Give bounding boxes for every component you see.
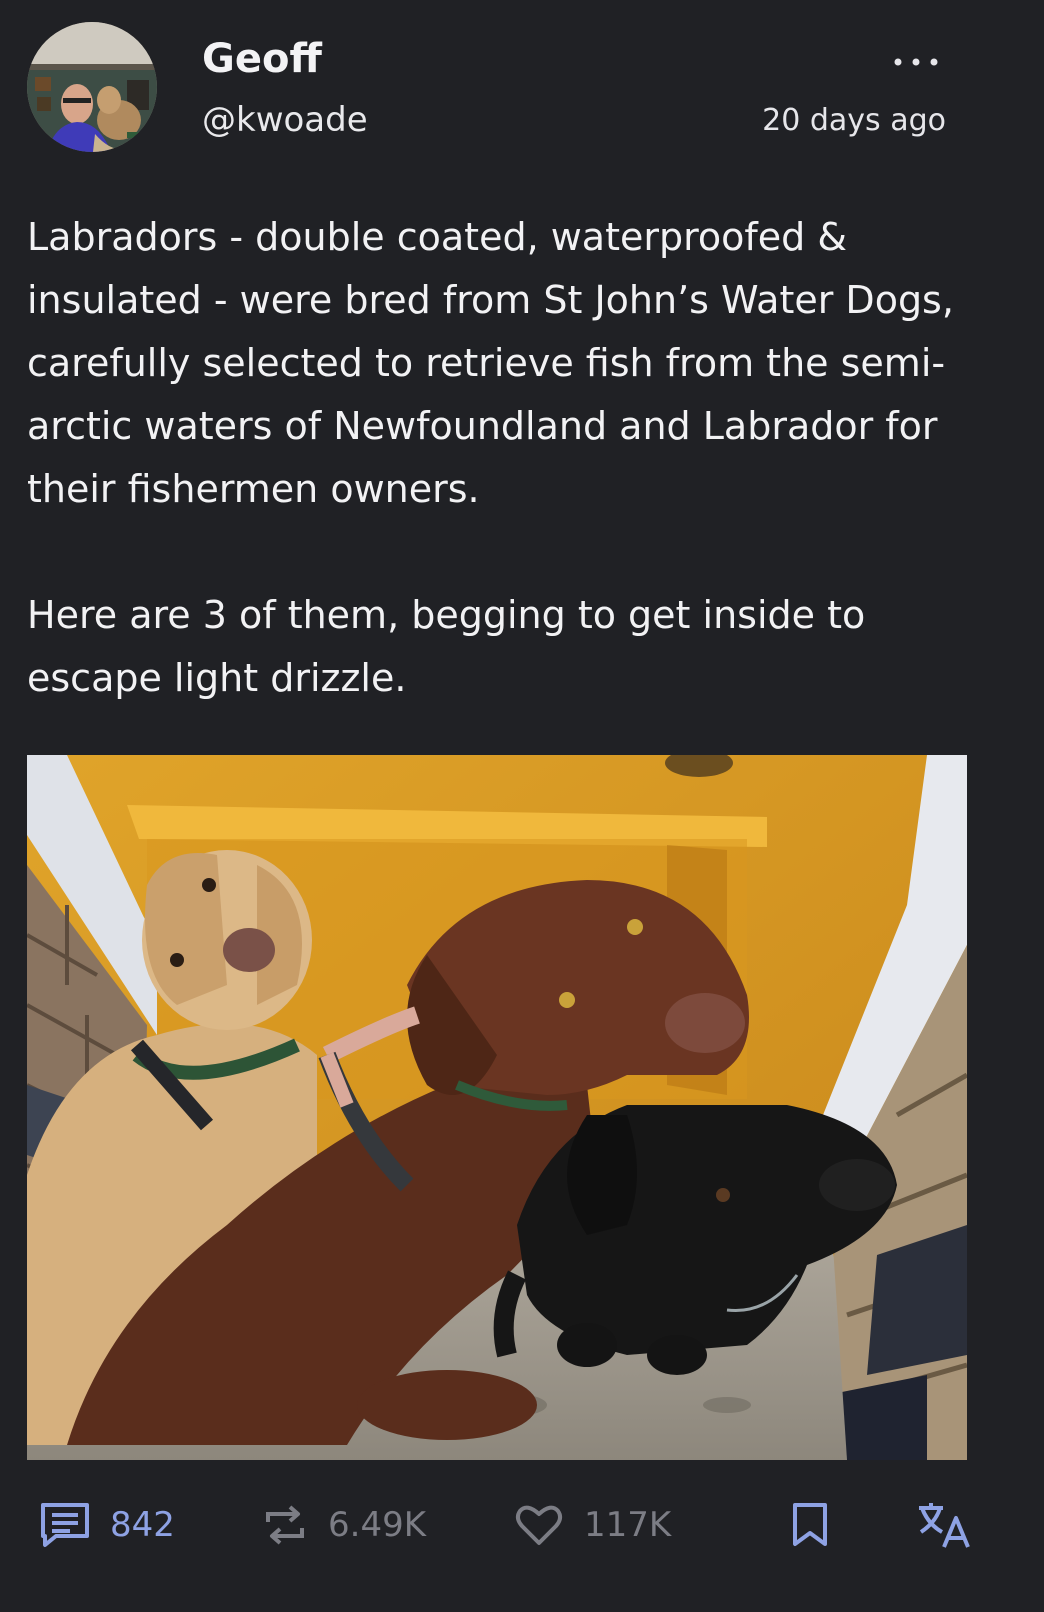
author-avatar[interactable]	[27, 22, 157, 152]
boost-icon	[266, 1505, 304, 1545]
post-paragraph: Labradors - double coated, waterproofed …	[27, 215, 954, 511]
boost-count: 6.49K	[328, 1505, 426, 1545]
author-display-name[interactable]: Geoff	[202, 36, 322, 82]
bookmark-button[interactable]	[790, 1490, 830, 1560]
favourite-button[interactable]: 117K	[514, 1490, 671, 1560]
post-timestamp[interactable]: 20 days ago	[762, 103, 946, 138]
reply-count: 842	[110, 1505, 175, 1545]
bookmark-icon	[793, 1503, 827, 1546]
post-content: Labradors - double coated, waterproofed …	[27, 206, 1007, 710]
boost-button[interactable]: 6.49K	[262, 1490, 426, 1560]
post-paragraph: Here are 3 of them, begging to get insid…	[27, 593, 866, 700]
avatar-photo-icon	[27, 22, 157, 152]
post-action-bar: 842 6.49K 117K	[0, 1490, 1044, 1560]
reply-button[interactable]: 842	[40, 1490, 175, 1560]
more-options-button[interactable]	[884, 42, 948, 82]
dogs-photo-image	[27, 755, 967, 1460]
post-photo[interactable]	[27, 755, 967, 1460]
author-handle[interactable]: @kwoade	[202, 100, 368, 140]
reply-icon	[41, 1503, 89, 1547]
translate-icon	[919, 1503, 970, 1548]
heart-icon	[515, 1505, 563, 1545]
translate-button[interactable]	[916, 1490, 972, 1560]
post-card: Geoff @kwoade 20 days ago Labradors - do…	[0, 0, 1044, 1612]
favourite-count: 117K	[584, 1505, 672, 1545]
more-options-icon	[894, 58, 938, 66]
